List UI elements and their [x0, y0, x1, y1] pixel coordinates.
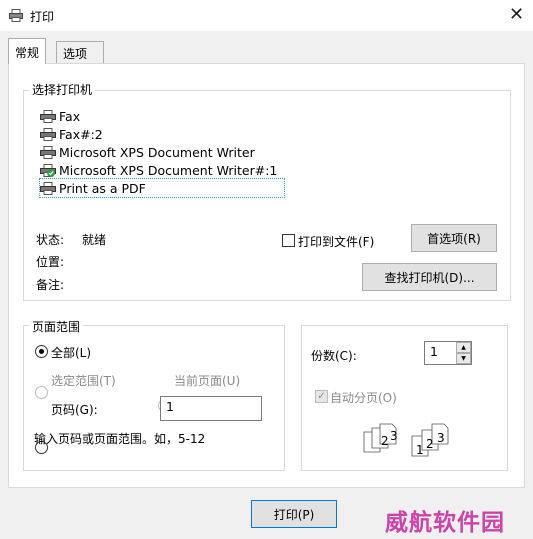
printer-name: Microsoft XPS Document Writer#:1: [59, 162, 278, 178]
pages-label[interactable]: 页码(G):: [51, 401, 98, 418]
print-button[interactable]: 打印(P): [251, 500, 337, 528]
page-range-label: 页面范围: [29, 318, 84, 335]
svg-text:1: 1: [416, 443, 424, 457]
all-pages-label[interactable]: 全部(L): [51, 344, 91, 361]
preferences-button[interactable]: 首选项(R): [411, 224, 497, 252]
printer-item-pdf[interactable]: Print as a PDF: [39, 178, 285, 198]
find-printer-button[interactable]: 查找打印机(D)...: [362, 263, 497, 291]
printer-item-xps-1[interactable]: Microsoft XPS Document Writer#:1: [40, 161, 277, 179]
selection-radio[interactable]: [35, 386, 48, 399]
select-printer-label: 选择打印机: [29, 81, 96, 98]
page-range-hint: 输入页码或页面范围。如，5-12: [34, 432, 206, 446]
collate-pages-icon: 2 3 1 2 3: [360, 418, 455, 461]
print-to-file-label[interactable]: 打印到文件(F): [298, 233, 374, 250]
printer-icon: [40, 109, 56, 123]
comment-label: 备注:: [36, 278, 65, 292]
printer-item-fax-2[interactable]: Fax#:2: [40, 125, 103, 143]
current-page-label[interactable]: 当前页面(U): [174, 372, 240, 389]
printer-item-xps[interactable]: Microsoft XPS Document Writer: [40, 143, 255, 161]
default-printer-icon: [40, 163, 56, 177]
collate-label[interactable]: 自动分页(O): [330, 389, 397, 406]
selection-label[interactable]: 选定范围(T): [51, 372, 116, 389]
tab-options[interactable]: 选项: [56, 41, 104, 63]
printer-icon: [40, 127, 56, 141]
printer-name: Fax#:2: [59, 126, 103, 142]
printer-icon: [40, 181, 56, 195]
tab-general[interactable]: 常规: [8, 38, 47, 64]
all-pages-radio[interactable]: [35, 345, 48, 358]
status-label: 状态:: [36, 233, 65, 247]
svg-text:3: 3: [437, 431, 445, 445]
pages-input[interactable]: 1: [160, 396, 262, 421]
svg-text:2: 2: [381, 434, 389, 448]
svg-text:2: 2: [426, 437, 434, 451]
printer-item-fax[interactable]: Fax: [40, 107, 80, 125]
collate-checkbox[interactable]: ✓: [315, 390, 328, 403]
printer-icon: [9, 9, 23, 22]
close-icon[interactable]: ✕: [500, 0, 533, 28]
copies-up-arrow-icon[interactable]: ▲: [456, 342, 471, 353]
copies-label: 份数(C):: [311, 349, 357, 363]
printer-name: Fax: [59, 108, 81, 124]
print-to-file-checkbox[interactable]: [282, 234, 295, 247]
printer-name: Microsoft XPS Document Writer: [59, 144, 255, 160]
printer-name: Print as a PDF: [59, 180, 146, 196]
copies-down-arrow-icon[interactable]: ▼: [456, 353, 471, 364]
title-bar: [0, 0, 533, 31]
watermark-logo: 威航软件园: [385, 510, 505, 536]
printer-icon: [40, 145, 56, 159]
status-value: 就绪: [82, 233, 107, 247]
location-label: 位置:: [36, 255, 65, 269]
window-title: 打印: [30, 10, 55, 24]
svg-text:3: 3: [390, 429, 398, 443]
